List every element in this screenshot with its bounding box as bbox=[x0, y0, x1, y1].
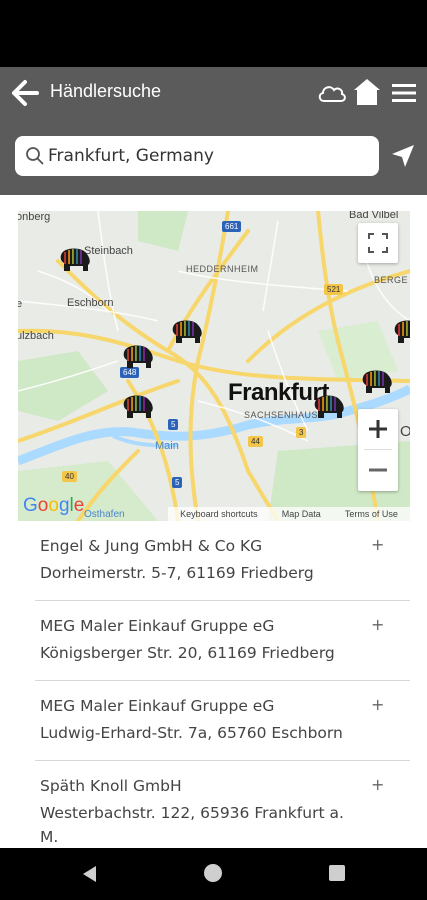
road-shield: 3 bbox=[296, 427, 307, 438]
zoom-in-button[interactable] bbox=[358, 409, 398, 449]
search-input[interactable] bbox=[48, 136, 368, 176]
list-item[interactable]: MEG Maler Einkauf Gruppe eG Königsberger… bbox=[35, 601, 410, 681]
plus-icon bbox=[369, 420, 387, 438]
map-label-sachsenhausen: SACHSENHAUS bbox=[244, 410, 319, 420]
map-label-bad-vilbel: Bad Vilbel bbox=[349, 211, 399, 221]
list-item[interactable]: MEG Maler Einkauf Gruppe eG Ludwig-Erhar… bbox=[35, 681, 410, 761]
expand-plus-icon[interactable]: + bbox=[371, 695, 384, 714]
list-item[interactable]: Späth Knoll GmbH Westerbachstr. 122, 659… bbox=[35, 761, 410, 861]
navigation-bar bbox=[0, 848, 427, 900]
nav-home-icon[interactable] bbox=[204, 864, 222, 882]
back-arrow-icon[interactable] bbox=[10, 78, 40, 108]
dealer-address: Westerbachstr. 122, 65936 Frankfurt a. M… bbox=[40, 804, 344, 846]
dealer-address: Dorheimerstr. 5-7, 61169 Friedberg bbox=[40, 564, 314, 582]
map-label-e: e bbox=[18, 298, 23, 310]
dealer-name: Engel & Jung GmbH & Co KG bbox=[40, 537, 263, 555]
map-label-berge: BERGE bbox=[374, 275, 409, 285]
dealer-list: Engel & Jung GmbH & Co KG Dorheimerstr. … bbox=[35, 521, 410, 861]
menu-icon[interactable] bbox=[390, 79, 418, 107]
map-label-eschborn: Eschborn bbox=[67, 297, 114, 309]
map-label-oberg: onberg bbox=[18, 211, 51, 223]
dealer-name: Späth Knoll GmbH bbox=[40, 777, 182, 795]
elephant-marker-icon[interactable] bbox=[392, 319, 410, 345]
google-logo: Google bbox=[23, 495, 85, 516]
map-attribution: Keyboard shortcuts Map Data Terms of Use bbox=[168, 507, 410, 521]
elephant-marker-icon[interactable] bbox=[360, 369, 394, 395]
map-label-main: Main bbox=[155, 440, 179, 452]
page-title: Händlersuche bbox=[50, 81, 162, 101]
list-item[interactable]: Engel & Jung GmbH & Co KG Dorheimerstr. … bbox=[35, 521, 410, 601]
elephant-marker-icon[interactable] bbox=[121, 344, 155, 370]
minus-icon bbox=[369, 468, 387, 472]
home-icon[interactable] bbox=[352, 77, 382, 107]
expand-plus-icon[interactable]: + bbox=[371, 775, 384, 794]
elephant-marker-icon[interactable] bbox=[312, 394, 346, 420]
dealer-name: MEG Maler Einkauf Gruppe eG bbox=[40, 617, 275, 635]
road-shield: 521 bbox=[324, 284, 344, 295]
road-shield: 5 bbox=[172, 477, 183, 488]
keyboard-shortcuts-link[interactable]: Keyboard shortcuts bbox=[180, 509, 258, 519]
app-bar: Händlersuche bbox=[0, 67, 427, 119]
map-label-heddernheim: HEDDERNHEIM bbox=[186, 264, 259, 274]
search-box[interactable] bbox=[15, 136, 379, 176]
dealer-name: MEG Maler Einkauf Gruppe eG bbox=[40, 697, 275, 715]
zoom-out-button[interactable] bbox=[358, 450, 398, 490]
map-label-of: Of bbox=[400, 423, 410, 440]
nav-back-icon[interactable] bbox=[81, 865, 99, 883]
fullscreen-icon bbox=[368, 233, 388, 253]
road-shield: 5 bbox=[168, 419, 179, 430]
status-bar bbox=[0, 0, 427, 67]
map-label-sulzbach: ulzbach bbox=[18, 330, 54, 342]
map-data-link[interactable]: Map Data bbox=[282, 509, 321, 519]
search-bar bbox=[0, 119, 427, 195]
terms-of-use-link[interactable]: Terms of Use bbox=[345, 509, 398, 519]
dealer-address: Ludwig-Erhard-Str. 7a, 65760 Eschborn bbox=[40, 724, 343, 742]
road-shield: 44 bbox=[248, 436, 263, 447]
fullscreen-button[interactable] bbox=[358, 223, 398, 263]
location-arrow-icon[interactable] bbox=[390, 143, 416, 169]
dealer-address: Königsberger Str. 20, 61169 Friedberg bbox=[40, 644, 335, 662]
expand-plus-icon[interactable]: + bbox=[371, 615, 384, 634]
cloud-icon[interactable] bbox=[316, 79, 348, 107]
map[interactable]: onberg Bad Vilbel Steinbach HEDDERNHEIM … bbox=[18, 211, 410, 521]
elephant-marker-icon[interactable] bbox=[121, 394, 155, 420]
zoom-controls bbox=[358, 409, 398, 491]
elephant-marker-icon[interactable] bbox=[170, 319, 204, 345]
road-shield: 661 bbox=[222, 221, 242, 232]
map-label-hafen: Osthafen bbox=[84, 509, 125, 520]
search-icon bbox=[26, 147, 44, 165]
elephant-marker-icon[interactable] bbox=[58, 247, 92, 273]
nav-recent-apps-icon[interactable] bbox=[329, 865, 345, 881]
road-shield: 40 bbox=[62, 471, 77, 482]
expand-plus-icon[interactable]: + bbox=[371, 535, 384, 554]
